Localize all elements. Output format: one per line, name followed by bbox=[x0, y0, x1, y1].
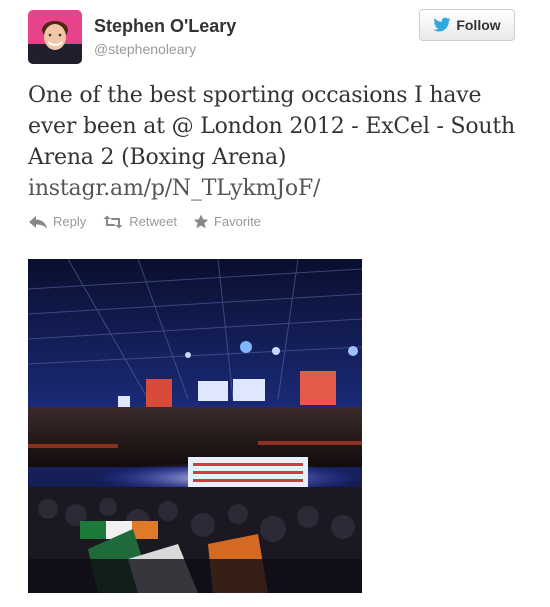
tweet-line: ever been at @ London 2012 - ExCel - Sou… bbox=[28, 114, 515, 139]
follow-button[interactable]: Follow bbox=[419, 9, 515, 41]
retweet-icon bbox=[102, 215, 124, 229]
avatar-image bbox=[28, 10, 82, 64]
retweet-label: Retweet bbox=[129, 214, 177, 229]
twitter-bird-icon bbox=[433, 17, 451, 33]
reply-label: Reply bbox=[53, 214, 87, 229]
tweet-link[interactable]: instagr.am/p/N_TLykmJoF/ bbox=[28, 173, 528, 204]
favorite-button[interactable]: Favorite bbox=[193, 214, 261, 229]
tweet-line: Arena 2 (Boxing Arena) bbox=[28, 145, 287, 170]
follow-button-label: Follow bbox=[456, 17, 501, 33]
star-icon bbox=[193, 214, 209, 229]
reply-arrow-icon bbox=[28, 215, 48, 229]
retweet-button[interactable]: Retweet bbox=[102, 214, 177, 229]
favorite-label: Favorite bbox=[213, 214, 261, 229]
tweet-actions: Reply Retweet Favorite bbox=[28, 214, 261, 229]
user-handle[interactable]: @stephenoleary bbox=[94, 41, 196, 57]
tweet-photo[interactable] bbox=[28, 259, 362, 593]
avatar[interactable] bbox=[28, 10, 82, 64]
tweet-text: One of the best sporting occasions I hav… bbox=[28, 80, 528, 204]
user-name[interactable]: Stephen O'Leary bbox=[94, 16, 236, 37]
boxing-arena-photo bbox=[28, 259, 362, 593]
tweet-line: One of the best sporting occasions I hav… bbox=[28, 83, 482, 108]
tweet-card: Stephen O'Leary @stephenoleary Follow On… bbox=[0, 0, 550, 607]
reply-button[interactable]: Reply bbox=[28, 214, 86, 229]
